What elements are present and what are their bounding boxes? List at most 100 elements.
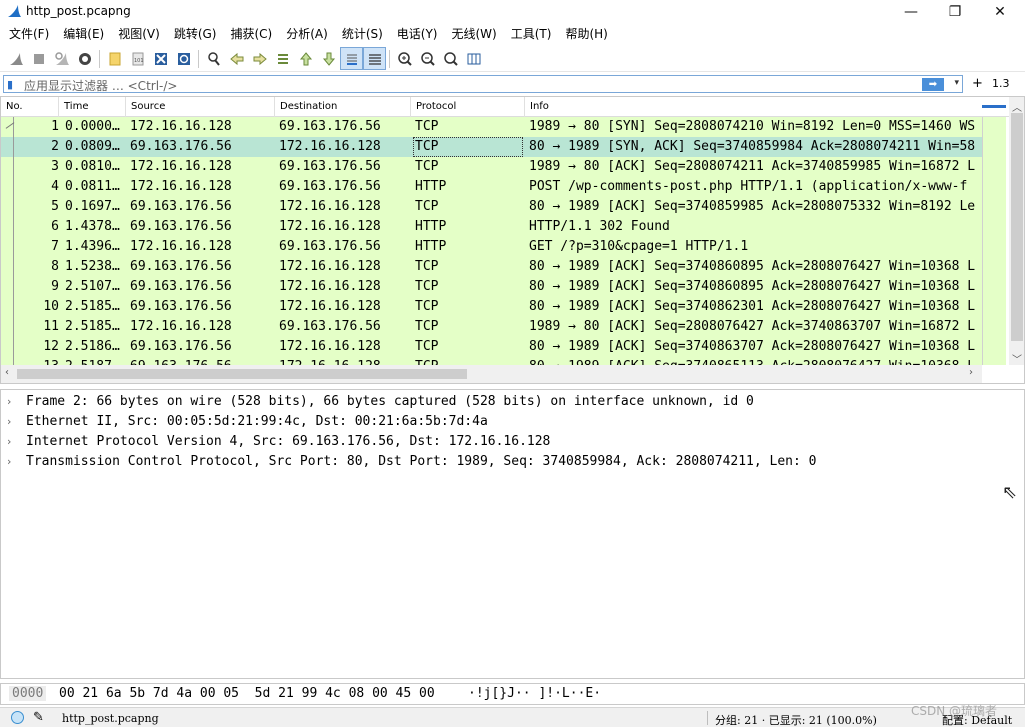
- scroll-up-icon[interactable]: ︿: [1012, 99, 1022, 114]
- bytes-hex[interactable]: 00 21 6a 5b 7d 4a 00 05 5d 21 99 4c 08 0…: [59, 686, 435, 701]
- menu-wireless[interactable]: 无线(W): [445, 24, 504, 45]
- menu-tools[interactable]: 工具(T): [504, 24, 559, 45]
- bytes-ascii[interactable]: ·!j[}J·· ]!·L··E·: [468, 686, 601, 701]
- toolbar-separator: [99, 49, 100, 68]
- cell-source: 69.163.176.56: [130, 199, 232, 214]
- go-back-icon[interactable]: [225, 47, 248, 70]
- find-packet-icon[interactable]: [202, 47, 225, 70]
- menu-capture[interactable]: 捕获(C): [223, 24, 279, 45]
- maximize-button[interactable]: ❐: [932, 0, 978, 24]
- restart-capture-icon[interactable]: [50, 47, 73, 70]
- filter-history-dropdown[interactable]: ▾: [954, 78, 959, 88]
- detail-row-ethernet[interactable]: › Ethernet II, Src: 00:05:5d:21:99:4c, D…: [1, 412, 1024, 432]
- menu-help[interactable]: 帮助(H): [558, 24, 614, 45]
- cell-no: 10: [43, 299, 59, 314]
- svg-text:101: 101: [134, 58, 144, 64]
- packet-row[interactable]: 12 2.5186… 69.163.176.56 172.16.16.128 TCP 80…: [1, 337, 982, 357]
- cell-destination: 69.163.176.56: [279, 319, 381, 334]
- expand-arrow-icon[interactable]: ›: [7, 432, 11, 452]
- horizontal-scrollbar-thumb[interactable]: [17, 369, 467, 379]
- detail-row-frame[interactable]: › Frame 2: 66 bytes on wire (528 bits), …: [1, 392, 1024, 412]
- window-title: http_post.pcapng: [26, 4, 131, 18]
- add-filter-button[interactable]: +: [972, 76, 983, 91]
- cell-destination: 172.16.16.128: [279, 339, 381, 354]
- capture-comment-icon[interactable]: ✎: [33, 710, 44, 725]
- close-file-icon[interactable]: [149, 47, 172, 70]
- cell-info: 80 → 1989 [ACK] Seq=3740860895 Ack=28080…: [529, 259, 976, 274]
- cell-info: HTTP/1.1 302 Found: [529, 219, 670, 234]
- cell-time: 2.5187…: [65, 357, 127, 365]
- cell-source: 69.163.176.56: [130, 259, 232, 274]
- start-capture-icon[interactable]: [4, 47, 27, 70]
- apply-filter-arrow-icon[interactable]: ➡: [922, 78, 944, 91]
- packet-row[interactable]: 1 0.0000… 172.16.16.128 69.163.176.56 TCP 198…: [1, 117, 982, 137]
- capture-options-icon[interactable]: [73, 47, 96, 70]
- packet-row[interactable]: 2 0.0809… 69.163.176.56 172.16.16.128 TCP 80 …: [1, 137, 982, 157]
- menu-analyze[interactable]: 分析(A): [279, 24, 335, 45]
- minimize-button[interactable]: —: [888, 0, 934, 24]
- expand-arrow-icon[interactable]: ›: [7, 452, 11, 472]
- display-filter-input[interactable]: ▮ 应用显示过滤器 … <Ctrl-/> ➡ ▾: [3, 75, 963, 93]
- go-last-icon[interactable]: [317, 47, 340, 70]
- zoom-normal-icon[interactable]: [439, 47, 462, 70]
- menu-edit[interactable]: 编辑(E): [56, 24, 111, 45]
- open-file-icon[interactable]: [103, 47, 126, 70]
- menu-statistics[interactable]: 统计(S): [335, 24, 390, 45]
- menu-view[interactable]: 视图(V): [111, 24, 167, 45]
- menu-file[interactable]: 文件(F): [2, 24, 56, 45]
- cell-time: 0.1697…: [65, 199, 120, 214]
- save-file-icon[interactable]: 101: [126, 47, 149, 70]
- cell-source: 69.163.176.56: [130, 279, 232, 294]
- zoom-in-icon[interactable]: [393, 47, 416, 70]
- cell-protocol: HTTP: [415, 239, 447, 254]
- packet-row[interactable]: 10 2.5185… 69.163.176.56 172.16.16.128 TCP 80…: [1, 297, 982, 317]
- vertical-scrollbar-thumb[interactable]: [1011, 113, 1023, 341]
- cell-protocol: HTTP: [415, 179, 447, 194]
- packet-minimap[interactable]: [982, 117, 1006, 365]
- reload-file-icon[interactable]: [172, 47, 195, 70]
- packet-row[interactable]: 4 0.0811… 172.16.16.128 69.163.176.56 HTTP PO…: [1, 177, 982, 197]
- packet-row[interactable]: 5 0.1697… 69.163.176.56 172.16.16.128 TCP 80 …: [1, 197, 982, 217]
- expand-arrow-icon[interactable]: ›: [7, 392, 11, 412]
- cell-no: 11: [43, 319, 59, 334]
- scroll-left-icon[interactable]: ‹: [5, 367, 9, 378]
- cell-no: 6: [51, 219, 59, 234]
- close-button[interactable]: ✕: [977, 0, 1023, 24]
- column-header-info[interactable]: Info: [525, 97, 982, 117]
- go-to-packet-icon[interactable]: [271, 47, 294, 70]
- column-header-time[interactable]: Time: [59, 97, 126, 117]
- detail-row-tcp[interactable]: › Transmission Control Protocol, Src Por…: [1, 452, 1024, 472]
- stop-capture-icon[interactable]: [27, 47, 50, 70]
- cell-no: 3: [51, 159, 59, 174]
- scroll-down-icon[interactable]: ﹀: [1012, 351, 1022, 366]
- status-file-name: http_post.pcapng: [62, 712, 159, 725]
- expert-info-icon[interactable]: [11, 711, 24, 724]
- colorize-icon[interactable]: [363, 47, 386, 70]
- column-header-no[interactable]: No.: [1, 97, 59, 117]
- packet-row[interactable]: 3 0.0810… 172.16.16.128 69.163.176.56 TCP 198…: [1, 157, 982, 177]
- zoom-out-icon[interactable]: [416, 47, 439, 70]
- status-bar: ✎ http_post.pcapng 分组: 21 · 已显示: 21 (100…: [0, 707, 1025, 727]
- packet-row[interactable]: 8 1.5238… 69.163.176.56 172.16.16.128 TCP 80 …: [1, 257, 982, 277]
- detail-row-ipv4[interactable]: › Internet Protocol Version 4, Src: 69.1…: [1, 432, 1024, 452]
- go-first-icon[interactable]: [294, 47, 317, 70]
- packet-row[interactable]: 13 2.5187…69.163.176.56 172.16.16.128 TCP 80…: [1, 357, 982, 365]
- resize-columns-icon[interactable]: [462, 47, 485, 70]
- packet-row[interactable]: 9 2.5107… 69.163.176.56 172.16.16.128 TCP 80 …: [1, 277, 982, 297]
- column-header-protocol[interactable]: Protocol: [411, 97, 525, 117]
- column-header-source[interactable]: Source: [126, 97, 275, 117]
- packet-row[interactable]: 6 1.4378… 69.163.176.56 172.16.16.128 HTTP HT…: [1, 217, 982, 237]
- bookmark-icon[interactable]: ▮: [7, 78, 17, 91]
- cell-no: 8: [51, 259, 59, 274]
- packet-row[interactable]: 11 2.5185… 172.16.16.128 69.163.176.56 TCP 19…: [1, 317, 982, 337]
- expand-arrow-icon[interactable]: ›: [7, 412, 11, 432]
- status-separator: [707, 711, 708, 725]
- scroll-right-icon[interactable]: ›: [969, 367, 973, 378]
- column-header-destination[interactable]: Destination: [275, 97, 411, 117]
- go-forward-icon[interactable]: [248, 47, 271, 70]
- menu-go[interactable]: 跳转(G): [167, 24, 224, 45]
- menu-telephony[interactable]: 电话(Y): [390, 24, 445, 45]
- autoscroll-icon[interactable]: [340, 47, 363, 70]
- packet-row[interactable]: 7 1.4396… 172.16.16.128 69.163.176.56 HTTP GE…: [1, 237, 982, 257]
- cell-info: 80 → 1989 [ACK] Seq=3740859985 Ack=28080…: [529, 199, 976, 214]
